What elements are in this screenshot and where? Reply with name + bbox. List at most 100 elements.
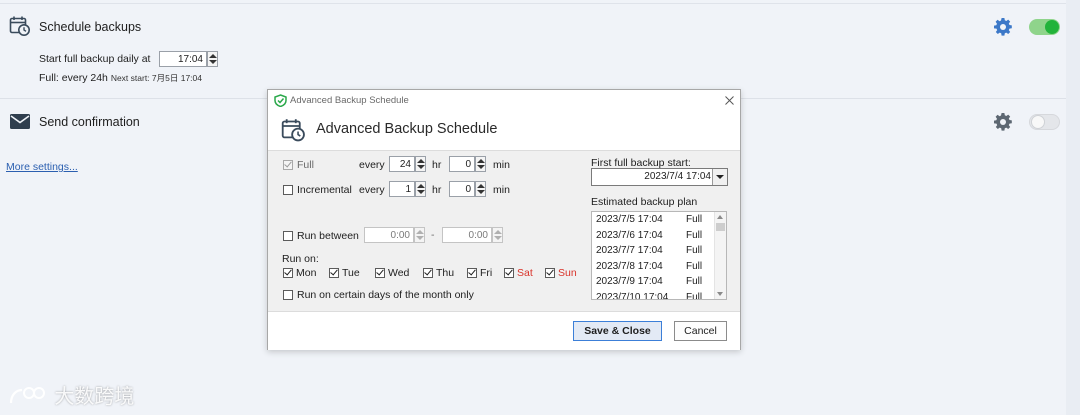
watermark-mark-icon — [9, 387, 45, 404]
spin-up-icon — [209, 54, 217, 58]
incremental-every-label: every — [359, 184, 385, 196]
full-hr-unit: hr — [432, 159, 442, 171]
incremental-label: Incremental — [297, 184, 352, 196]
plan-type: Full — [686, 245, 703, 257]
day-label-tue: Tue — [342, 267, 360, 279]
incremental-checkbox[interactable] — [283, 185, 293, 195]
plan-date: 2023/7/5 17:04 — [596, 214, 663, 225]
plan-row[interactable]: 2023/7/8 17:04 Full — [596, 260, 702, 276]
plan-row[interactable]: 2023/7/10 17:04 Full — [596, 292, 702, 300]
summary-prefix: Full: — [39, 72, 59, 84]
plan-type: Full — [686, 229, 703, 241]
plan-row[interactable]: 2023/7/5 17:04 Full — [596, 214, 702, 229]
plan-type: Full — [686, 276, 703, 288]
incremental-minutes-spinner[interactable] — [475, 181, 486, 197]
run-between-dash: - — [431, 229, 435, 241]
dialog-window-title: Advanced Backup Schedule — [290, 95, 409, 106]
spin-down-icon — [417, 165, 425, 169]
spin-down-icon — [477, 190, 485, 194]
plan-date: 2023/7/8 17:04 — [596, 260, 663, 272]
plan-row[interactable]: 2023/7/6 17:04 Full — [596, 229, 702, 245]
incremental-min-unit: min — [493, 184, 510, 196]
full-backup-label: Start full backup daily at — [39, 53, 151, 65]
spin-up-icon — [417, 159, 425, 163]
incremental-hr-unit: hr — [432, 184, 442, 196]
spin-down-icon — [209, 60, 217, 64]
day-label-fri: Fri — [480, 267, 493, 279]
run-between-from-spinner[interactable] — [414, 227, 425, 243]
full-minutes-spinner[interactable] — [475, 156, 486, 172]
backup-plan-list[interactable]: 2023/7/5 17:04 Full 2023/7/6 17:04 Full 2023… — [591, 211, 727, 300]
full-hours-input[interactable]: 24 — [389, 156, 415, 172]
plan-type: Full — [686, 260, 703, 272]
chevron-down-icon[interactable] — [712, 169, 727, 185]
save-close-button[interactable]: Save & Close — [573, 321, 662, 341]
watermark-logo: 大数跨境 — [8, 380, 134, 409]
plan-date: 2023/7/9 17:04 — [596, 276, 663, 288]
first-start-value: 2023/7/4 17:04 — [644, 171, 711, 182]
day-checkbox-fri[interactable] — [467, 268, 477, 278]
top-divider — [0, 3, 1066, 4]
day-label-sat: Sat — [517, 267, 533, 279]
spin-down-icon — [416, 236, 424, 240]
run-between-from-input[interactable]: 0:00 — [364, 227, 414, 243]
run-between-to-spinner[interactable] — [492, 227, 503, 243]
scroll-thumb[interactable] — [716, 223, 725, 231]
plan-row[interactable]: 2023/7/7 17:04 Full — [596, 245, 702, 260]
day-checkbox-sat[interactable] — [504, 268, 514, 278]
full-backup-time-input[interactable]: 17:04 — [159, 51, 207, 67]
day-checkbox-thu[interactable] — [423, 268, 433, 278]
dialog-header-title: Advanced Backup Schedule — [316, 121, 498, 137]
calendar-clock-icon — [9, 16, 30, 36]
advanced-backup-schedule-dialog: Advanced Backup Schedule Advanced Backup… — [267, 89, 741, 350]
scroll-up-icon[interactable] — [717, 215, 723, 219]
plan-date: 2023/7/10 17:04 — [596, 292, 669, 300]
incremental-hours-input[interactable]: 1 — [389, 181, 415, 197]
run-between-checkbox[interactable] — [283, 231, 293, 241]
day-checkbox-wed[interactable] — [375, 268, 385, 278]
shield-logo-icon — [274, 94, 287, 107]
full-backup-time-spinner[interactable] — [207, 51, 218, 67]
spin-down-icon — [477, 165, 485, 169]
day-label-wed: Wed — [388, 267, 410, 279]
run-between-to-input[interactable]: 0:00 — [442, 227, 492, 243]
spin-up-icon — [477, 159, 485, 163]
schedule-backups-toggle[interactable] — [1029, 19, 1060, 35]
dialog-titlebar[interactable]: Advanced Backup Schedule — [268, 90, 740, 112]
toggle-knob — [1031, 115, 1045, 129]
full-checkbox[interactable] — [283, 160, 293, 170]
incremental-minutes-input[interactable]: 0 — [449, 181, 475, 197]
gear-icon[interactable] — [993, 17, 1013, 37]
day-checkbox-tue[interactable] — [329, 268, 339, 278]
full-min-unit: min — [493, 159, 510, 171]
schedule-backups-title: Schedule backups — [39, 20, 142, 34]
watermark-text: 大数跨境 — [54, 384, 135, 408]
send-confirmation-toggle[interactable] — [1029, 114, 1060, 130]
plan-date: 2023/7/6 17:04 — [596, 229, 663, 241]
day-checkbox-mon[interactable] — [283, 268, 293, 278]
full-minutes-input[interactable]: 0 — [449, 156, 475, 172]
send-confirmation-title: Send confirmation — [39, 115, 140, 129]
cancel-button[interactable]: Cancel — [674, 321, 727, 341]
plan-row[interactable]: 2023/7/9 17:04 Full — [596, 276, 702, 291]
run-between-label: Run between — [297, 230, 359, 242]
day-label-sun: Sun — [558, 267, 577, 279]
spin-up-icon — [494, 230, 502, 234]
plan-type: Full — [686, 214, 703, 225]
day-checkbox-sun[interactable] — [545, 268, 555, 278]
spin-down-icon — [417, 190, 425, 194]
close-icon[interactable] — [725, 96, 734, 105]
full-hours-spinner[interactable] — [415, 156, 426, 172]
first-start-select[interactable]: 2023/7/4 17:04 — [591, 168, 728, 186]
dialog-header: Advanced Backup Schedule — [268, 112, 740, 151]
month-days-label: Run on certain days of the month only — [297, 289, 474, 301]
more-settings-link[interactable]: More settings... — [6, 161, 78, 173]
full-every-label: every — [359, 159, 385, 171]
spin-up-icon — [477, 184, 485, 188]
incremental-hours-spinner[interactable] — [415, 181, 426, 197]
day-label-thu: Thu — [436, 267, 455, 279]
month-days-checkbox[interactable] — [283, 290, 293, 300]
plan-scrollbar[interactable] — [714, 212, 726, 299]
gear-icon[interactable] — [993, 112, 1013, 132]
scroll-down-icon[interactable] — [717, 292, 723, 296]
